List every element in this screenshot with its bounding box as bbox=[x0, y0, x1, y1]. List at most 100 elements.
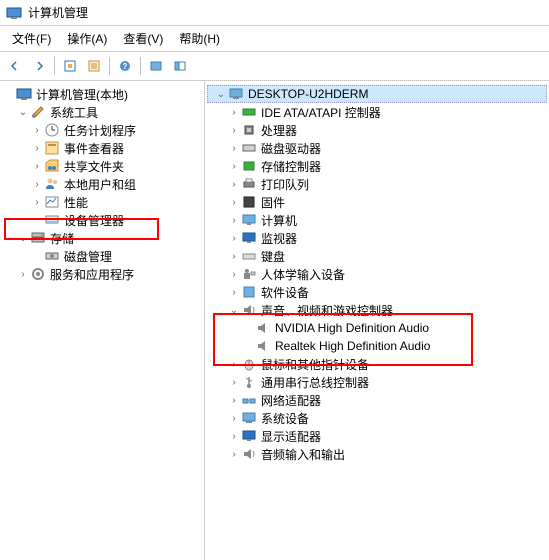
users-icon bbox=[44, 176, 60, 192]
device-storage-ctrl[interactable]: › 存储控制器 bbox=[207, 157, 547, 175]
device-cpu[interactable]: ›处理器 bbox=[207, 121, 547, 139]
device-sound[interactable]: ⌄声音、视频和游戏控制器 bbox=[207, 301, 547, 319]
left-tree-pane: 计算机管理(本地) ⌄ 系统工具 › 任务计划程序 › 事件查看器 › 共享文件… bbox=[0, 81, 205, 560]
label: 存储 bbox=[50, 230, 202, 247]
expander-icon[interactable]: › bbox=[227, 393, 241, 407]
expander-icon[interactable] bbox=[2, 87, 16, 101]
toolbar-separator bbox=[109, 57, 110, 75]
expander-icon[interactable]: › bbox=[227, 213, 241, 227]
tree-event-viewer[interactable]: › 事件查看器 bbox=[2, 139, 202, 157]
up-button[interactable] bbox=[59, 55, 81, 77]
menu-file[interactable]: 文件(F) bbox=[4, 28, 59, 49]
expander-icon[interactable]: ⌄ bbox=[214, 87, 228, 101]
label: 本地用户和组 bbox=[64, 176, 202, 193]
device-computer[interactable]: ⌄ DESKTOP-U2HDERM bbox=[207, 85, 547, 103]
expander-icon[interactable]: › bbox=[227, 141, 241, 155]
expander-icon[interactable]: › bbox=[30, 159, 44, 173]
expander-icon[interactable]: › bbox=[30, 177, 44, 191]
menu-action[interactable]: 操作(A) bbox=[59, 28, 115, 49]
tree-performance[interactable]: › 性能 bbox=[2, 193, 202, 211]
device-realtek-audio[interactable]: Realtek High Definition Audio bbox=[207, 337, 547, 355]
ide-icon bbox=[241, 104, 257, 120]
expander-icon[interactable]: › bbox=[227, 159, 241, 173]
expander-icon[interactable]: ⌄ bbox=[16, 105, 30, 119]
tree-services[interactable]: › 服务和应用程序 bbox=[2, 265, 202, 283]
tree-system-tools[interactable]: ⌄ 系统工具 bbox=[2, 103, 202, 121]
label: 存储控制器 bbox=[261, 158, 547, 175]
device-monitor[interactable]: › 监视器 bbox=[207, 229, 547, 247]
label: 性能 bbox=[64, 194, 202, 211]
device-mouse[interactable]: ›鼠标和其他指针设备 bbox=[207, 355, 547, 373]
device-audio-io[interactable]: › 音频输入和输出 bbox=[207, 445, 547, 463]
usb-icon bbox=[241, 374, 257, 390]
expander-icon[interactable]: › bbox=[227, 285, 241, 299]
properties-button[interactable] bbox=[83, 55, 105, 77]
expander-icon[interactable]: › bbox=[227, 447, 241, 461]
label: 键盘 bbox=[261, 248, 547, 265]
device-keyboard[interactable]: › 键盘 bbox=[207, 247, 547, 265]
device-firmware[interactable]: ›固件 bbox=[207, 193, 547, 211]
refresh-button[interactable] bbox=[169, 55, 191, 77]
device-software[interactable]: › 软件设备 bbox=[207, 283, 547, 301]
tree-device-manager[interactable]: 设备管理器 bbox=[2, 211, 202, 229]
device-system[interactable]: ›系统设备 bbox=[207, 409, 547, 427]
expander-icon[interactable]: › bbox=[227, 375, 241, 389]
menu-view[interactable]: 查看(V) bbox=[115, 28, 171, 49]
software-icon bbox=[241, 284, 257, 300]
expander-icon[interactable]: › bbox=[30, 141, 44, 155]
tree-storage[interactable]: ⌄ 存储 bbox=[2, 229, 202, 247]
label: 通用串行总线控制器 bbox=[261, 374, 547, 391]
view-button[interactable] bbox=[145, 55, 167, 77]
expander-icon[interactable]: › bbox=[227, 177, 241, 191]
device-usb[interactable]: › 通用串行总线控制器 bbox=[207, 373, 547, 391]
storage-ctrl-icon bbox=[241, 158, 257, 174]
mouse-icon bbox=[241, 356, 257, 372]
sound-icon bbox=[241, 302, 257, 318]
expander-icon[interactable]: › bbox=[227, 231, 241, 245]
device-disk[interactable]: ›磁盘驱动器 bbox=[207, 139, 547, 157]
expander-icon[interactable]: › bbox=[30, 123, 44, 137]
device-print[interactable]: › 打印队列 bbox=[207, 175, 547, 193]
help-button[interactable]: ? bbox=[114, 55, 136, 77]
device-mgr-icon bbox=[44, 212, 60, 228]
expander-icon[interactable]: › bbox=[227, 357, 241, 371]
label: 打印队列 bbox=[261, 176, 547, 193]
expander-icon[interactable]: › bbox=[227, 429, 241, 443]
device-network[interactable]: › 网络适配器 bbox=[207, 391, 547, 409]
expander-icon[interactable]: › bbox=[227, 105, 241, 119]
label: 网络适配器 bbox=[261, 392, 547, 409]
forward-button[interactable] bbox=[28, 55, 50, 77]
label: 事件查看器 bbox=[64, 140, 202, 157]
expander-icon[interactable]: › bbox=[227, 411, 241, 425]
tree-disk-mgmt[interactable]: 磁盘管理 bbox=[2, 247, 202, 265]
tree-shared-folders[interactable]: › 共享文件夹 bbox=[2, 157, 202, 175]
tree-local-users[interactable]: › 本地用户和组 bbox=[2, 175, 202, 193]
expander-icon[interactable]: › bbox=[16, 267, 30, 281]
device-ide[interactable]: ›IDE ATA/ATAPI 控制器 bbox=[207, 103, 547, 121]
expander-icon[interactable]: › bbox=[227, 123, 241, 137]
device-display[interactable]: ›显示适配器 bbox=[207, 427, 547, 445]
device-nvidia-audio[interactable]: NVIDIA High Definition Audio bbox=[207, 319, 547, 337]
label: 监视器 bbox=[261, 230, 547, 247]
label: 软件设备 bbox=[261, 284, 547, 301]
label: NVIDIA High Definition Audio bbox=[275, 321, 547, 335]
back-button[interactable] bbox=[4, 55, 26, 77]
tree-root[interactable]: 计算机管理(本地) bbox=[2, 85, 202, 103]
expander-icon[interactable]: ⌄ bbox=[16, 231, 30, 245]
expander-icon[interactable]: ⌄ bbox=[227, 303, 241, 317]
toolbar-separator bbox=[140, 57, 141, 75]
device-hid[interactable]: ›人体学输入设备 bbox=[207, 265, 547, 283]
titlebar: 计算机管理 bbox=[0, 0, 549, 26]
label: 音频输入和输出 bbox=[261, 446, 547, 463]
tree-task-scheduler[interactable]: › 任务计划程序 bbox=[2, 121, 202, 139]
expander-icon[interactable]: › bbox=[227, 249, 241, 263]
device-computers[interactable]: ›计算机 bbox=[207, 211, 547, 229]
toolbar-separator bbox=[54, 57, 55, 75]
label: DESKTOP-U2HDERM bbox=[248, 87, 546, 101]
expander-icon[interactable]: › bbox=[227, 267, 241, 281]
expander-icon[interactable]: › bbox=[227, 195, 241, 209]
expander-icon[interactable]: › bbox=[30, 195, 44, 209]
keyboard-icon bbox=[241, 248, 257, 264]
menu-help[interactable]: 帮助(H) bbox=[171, 28, 228, 49]
printer-icon bbox=[241, 176, 257, 192]
